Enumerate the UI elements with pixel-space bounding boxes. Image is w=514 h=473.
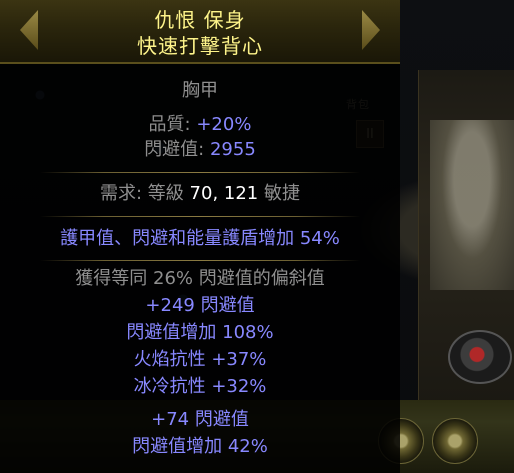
level-value: 70 <box>189 183 213 204</box>
dex-label: 敏捷 <box>258 183 300 204</box>
evasion-label: 閃避值: <box>144 139 210 160</box>
quality-value: +20% <box>196 114 252 135</box>
jewel-socket-icon[interactable] <box>432 418 478 464</box>
implicit-mod: 護甲值、閃避和能量護盾增加 54% <box>60 228 340 249</box>
quality-label: 品質: <box>148 114 197 135</box>
crafted-mod: +74 閃避值 <box>151 409 249 430</box>
separator <box>40 216 360 217</box>
item-header: 仇恨 保身 快速打擊背心 <box>0 0 400 64</box>
evasion-value: 2955 <box>209 139 256 160</box>
item-name: 仇恨 保身 <box>154 8 246 32</box>
explicit-mod: +249 閃避值 <box>145 295 255 316</box>
item-base-type: 快速打擊背心 <box>137 34 263 58</box>
dex-value: , 121 <box>212 183 259 204</box>
item-tooltip: 仇恨 保身 快速打擊背心 胸甲 品質: +20% 閃避值: 2955 需求: 等… <box>0 0 400 473</box>
requirements-label: 需求: <box>100 183 148 204</box>
requirements-line: 需求: 等級 70, 121 敏捷 <box>0 183 400 205</box>
ring-item-icon[interactable] <box>448 330 512 384</box>
evasion-line: 閃避值: 2955 <box>0 139 400 161</box>
crafted-mod: 閃避值增加 42% <box>132 436 268 457</box>
explicit-mod: 獲得等同 26% 閃避值的偏斜值 <box>75 268 325 289</box>
item-class: 胸甲 <box>182 80 218 101</box>
level-label: 等級 <box>147 183 190 204</box>
explicit-mod: 閃避值增加 108% <box>126 322 274 343</box>
quality-line: 品質: +20% <box>0 114 400 136</box>
separator <box>40 172 360 173</box>
character-portrait <box>430 120 514 290</box>
separator <box>40 260 360 261</box>
explicit-mod: 火焰抗性 +37% <box>133 349 267 370</box>
explicit-mod: 冰冷抗性 +32% <box>133 376 267 397</box>
